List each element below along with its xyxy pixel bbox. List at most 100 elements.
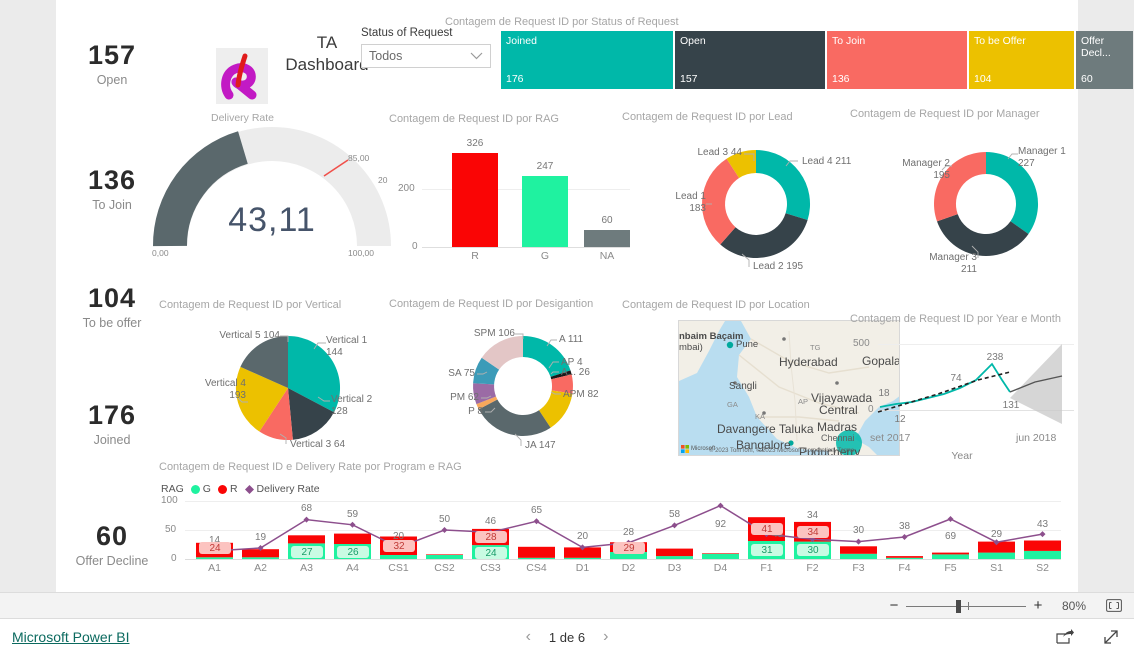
treemap-cell-label: Joined <box>506 35 537 47</box>
bar-pill-f2-g: 30 <box>797 544 829 556</box>
chevron-left-icon[interactable]: ‹ <box>526 628 531 646</box>
zoom-slider[interactable] <box>906 599 1026 613</box>
line-label-12: 12 <box>894 414 906 425</box>
treemap-cell-value: 136 <box>832 73 850 85</box>
bar-category-g: G <box>540 250 550 262</box>
combo-category-d2: D2 <box>621 562 636 574</box>
bar-category-na: NA <box>599 250 615 262</box>
bar-na[interactable] <box>584 230 630 247</box>
x-axis-title: Year <box>951 450 973 462</box>
map-label-ap: AP <box>798 397 809 406</box>
map-credit: © 2023 TomTom, © 2023 Microsoft Corporat… <box>709 448 855 454</box>
line-label-f5: 69 <box>944 531 957 542</box>
line-label-cs4: 65 <box>530 505 543 516</box>
bar-g[interactable] <box>522 176 568 247</box>
pie-label-vertical-1: Vertical 1 144 <box>326 335 368 358</box>
slicer-value: Todos <box>369 49 403 63</box>
report-canvas: 157 Open 136 To Join 104 To be offer 176… <box>56 0 1133 592</box>
forecast-band <box>1010 344 1062 424</box>
map-label-tg: TG <box>810 343 821 352</box>
zoom-slider-thumb[interactable] <box>956 599 961 613</box>
slicer-label: Status of Request <box>361 27 453 39</box>
status-bar: − + 80% <box>0 592 1134 619</box>
legend-swatch-r <box>217 484 227 494</box>
combo-category-d1: D1 <box>575 562 590 574</box>
kpi-label: Open <box>96 73 128 87</box>
rag-bar-chart: 200 0 326 R 247 G 60 NA <box>394 135 634 262</box>
zoom-control: − + 80% <box>888 597 1122 614</box>
x-axis-start-label: set 2017 <box>870 432 911 444</box>
gauge-min-label: 0,00 <box>152 248 169 258</box>
combo-category-cs1: CS1 <box>388 562 409 574</box>
share-icon[interactable] <box>1056 629 1074 645</box>
page-navigation: ‹ 1 de 6 › <box>526 628 609 646</box>
diamond-icon <box>244 484 254 494</box>
delivery-rate-gauge[interactable]: 0,00 100,00 85,00 43,11 <box>152 127 392 260</box>
combo-category-s2: S2 <box>1036 562 1049 574</box>
treemap-cell-joined[interactable]: Joined 176 <box>501 31 673 89</box>
bar-value-r: 326 <box>466 138 484 149</box>
treemap-cell-label: To be Offer <box>974 35 1026 47</box>
legend-swatch-g <box>190 484 200 494</box>
gauge-max-label: 100,00 <box>348 248 374 258</box>
pie-label-vertical-4: Vertical 4 193 <box>204 378 246 401</box>
combo-legend: RAG G R Delivery Rate <box>161 483 320 495</box>
slice-lead-2 <box>720 213 808 259</box>
canvas-left-margin <box>0 0 56 592</box>
line-label-cs3: 46 <box>484 516 497 527</box>
line-label-s1: 29 <box>990 529 1003 540</box>
treemap-cell-open[interactable]: Open 157 <box>675 31 825 89</box>
designation-donut-chart: SPM 106 A 111 AP 4 A... 26 APM 82 JA 147… <box>441 316 601 458</box>
gauge-value: 43,11 <box>228 201 316 239</box>
legend-item-g[interactable]: G <box>190 483 211 495</box>
map-label-sangli: Sangli <box>729 381 757 392</box>
line-label-a3: 68 <box>300 503 313 514</box>
combo-chart-title: Contagem de Request ID e Delivery Rate p… <box>159 461 462 473</box>
company-logo <box>216 48 268 104</box>
manager-donut-chart: Manager 1 227 Manager 2 195 Manager 3 211 <box>902 126 1066 276</box>
combo-category-a1: A1 <box>208 562 221 574</box>
kpi-label: Joined <box>93 433 131 447</box>
pie-label-p: P 8 <box>468 406 483 417</box>
slice-ja <box>478 399 551 436</box>
line-label-a2: 19 <box>254 532 267 543</box>
treemap-title: Contagem de Request ID por Status of Req… <box>445 16 679 28</box>
chevron-right-icon[interactable]: › <box>603 628 608 646</box>
kpi-value: 104 <box>87 283 137 313</box>
bar-pill-a1-r: 24 <box>199 542 231 554</box>
treemap-cell-to-join[interactable]: To Join 136 <box>827 31 967 89</box>
bar-category-r: R <box>471 250 479 262</box>
pie-label-apm: APM 82 <box>563 389 599 400</box>
lead-donut-chart: Lead 3 44 Lead 4 211 Lead 1 183 Lead 2 19… <box>675 128 851 276</box>
pie-label-manager-3: Manager 3 211 <box>929 252 977 275</box>
line-label-d3: 58 <box>668 509 681 520</box>
microsoft-logo-icon <box>681 445 689 453</box>
status-of-request-slicer[interactable]: Todos <box>361 44 491 68</box>
legend-item-r[interactable]: R <box>217 483 238 495</box>
zoom-slider-track <box>906 605 1026 607</box>
kpi-offer-decline[interactable]: 60 Offer Decline <box>56 521 168 568</box>
line-label-s2: 43 <box>1036 519 1049 530</box>
fullscreen-icon[interactable] <box>1102 628 1120 646</box>
bar-value-na: 60 <box>601 215 613 226</box>
line-label-d1: 20 <box>576 531 589 542</box>
zoom-out-icon[interactable]: − <box>888 597 900 614</box>
legend-item-delivery-rate[interactable]: Delivery Rate <box>244 483 320 495</box>
power-bi-brand-link[interactable]: Microsoft Power BI <box>12 629 129 645</box>
kpi-open[interactable]: 157 Open <box>56 40 168 87</box>
combo-category-s1: S1 <box>990 562 1003 574</box>
treemap-cell-offer-decline[interactable]: Offer Decl... 60 <box>1076 31 1133 89</box>
line-label-d2: 28 <box>622 527 635 538</box>
bar-pill-cs3-r: 28 <box>475 531 507 543</box>
kpi-value: 60 <box>95 521 129 551</box>
treemap-cell-to-be-offer[interactable]: To be Offer 104 <box>969 31 1074 89</box>
kpi-to-be-offer[interactable]: 104 To be offer <box>56 283 168 330</box>
fit-to-page-icon[interactable] <box>1106 599 1122 612</box>
bar-r[interactable] <box>452 153 498 247</box>
axis-line-0 <box>422 247 630 248</box>
zoom-in-icon[interactable]: + <box>1032 597 1044 614</box>
line-label-a4: 59 <box>346 509 359 520</box>
power-bi-report-viewer: 157 Open 136 To Join 104 To be offer 176… <box>0 0 1134 655</box>
combo-category-cs2: CS2 <box>434 562 455 574</box>
kpi-joined[interactable]: 176 Joined <box>56 400 168 447</box>
